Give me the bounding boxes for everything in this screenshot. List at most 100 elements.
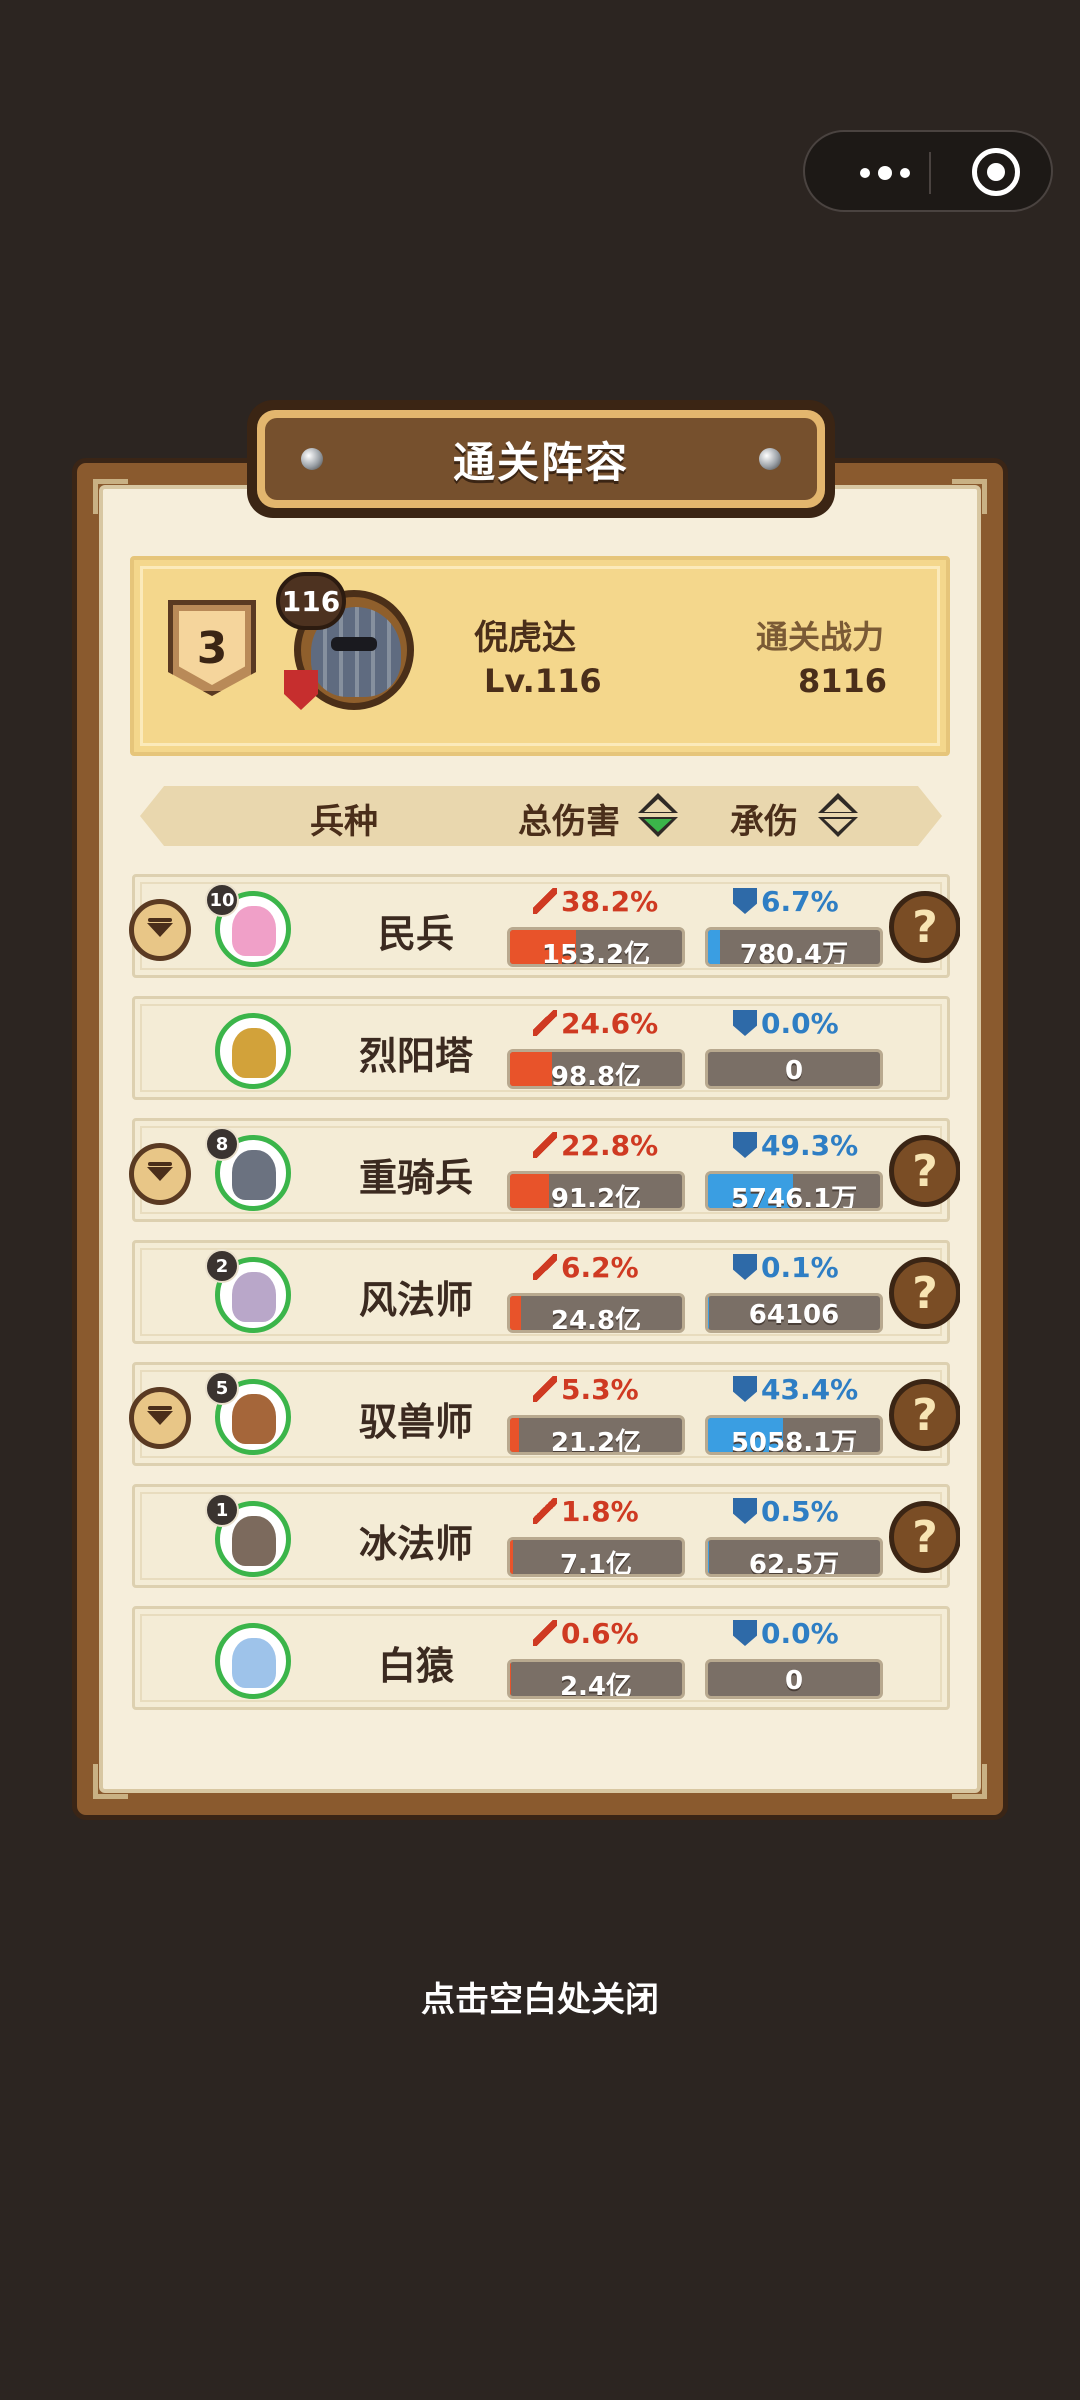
damage-value: 24.8亿 [550,1306,642,1333]
shield-icon [733,1010,757,1036]
damage-value: 153.2亿 [541,940,651,967]
taken-bar: 62.5万 [705,1537,883,1577]
damage-percent: 6.2% [533,1251,639,1284]
taken-value: 5058.1万 [730,1428,858,1455]
help-button[interactable]: ? [889,1257,960,1329]
sort-damage-icon[interactable] [638,791,678,841]
sword-icon [533,1620,557,1646]
miniprogram-capsule [803,130,1053,212]
taken-percent-text: 49.3% [761,1129,859,1162]
help-button[interactable]: ? [889,1135,960,1207]
unit-portrait-icon [232,1516,276,1566]
damage-bar: 21.2亿 [507,1415,685,1455]
taken-percent: 0.0% [733,1617,839,1650]
col-taken[interactable]: 承伤 [730,794,798,843]
damage-bar: 153.2亿 [507,927,685,967]
close-hint[interactable]: 点击空白处关闭 [0,1972,1080,2021]
damage-percent-text: 22.8% [561,1129,659,1162]
damage-percent-text: 5.3% [561,1373,639,1406]
shield-icon [733,1376,757,1402]
taken-percent: 0.0% [733,1007,839,1040]
damage-value: 21.2亿 [550,1428,642,1455]
sword-icon [533,888,557,914]
sword-icon [533,1010,557,1036]
unit-name: 重骑兵 [358,1156,473,1200]
power-label: 通关战力 [756,618,885,656]
unit-avatar[interactable] [215,1013,291,1089]
sort-taken-icon[interactable] [818,791,858,841]
visor-slit [331,637,377,651]
taken-percent-text: 0.0% [761,1007,839,1040]
taken-percent-text: 43.4% [761,1373,859,1406]
unit-row: 2 风法师 6.2% 0.1% 24.8亿 64106 ? [132,1240,960,1344]
unit-portrait-icon [232,1150,276,1200]
expand-button[interactable] [129,1387,191,1449]
damage-bar: 2.4亿 [507,1659,685,1699]
taken-percent-text: 6.7% [761,885,839,918]
rivet-icon [759,448,781,470]
unit-row: 8 重骑兵 22.8% 49.3% 91.2亿 5746.1万 ? [129,1118,960,1222]
taken-bar: 5746.1万 [705,1171,883,1211]
damage-percent-text: 24.6% [561,1007,659,1040]
taken-value: 64106 [748,1300,840,1330]
leader-name: 倪虎达 [474,618,576,658]
help-button[interactable]: ? [889,891,960,963]
unit-portrait-icon [232,1394,276,1444]
unit-row: 烈阳塔 24.6% 0.0% 98.8亿 0 [132,996,950,1100]
help-button[interactable]: ? [889,1501,960,1573]
taken-percent: 0.1% [733,1251,839,1284]
shield-icon [733,1620,757,1646]
taken-percent: 6.7% [733,885,839,918]
power-value: 8116 [798,662,888,700]
damage-bar: 98.8亿 [507,1049,685,1089]
shield-icon [733,1254,757,1280]
corner-ornament [952,1764,987,1799]
unit-avatar[interactable] [215,1623,291,1699]
shield-icon [733,1498,757,1524]
taken-value: 0 [784,1666,804,1696]
damage-value: 91.2亿 [550,1184,642,1211]
col-damage[interactable]: 总伤害 [518,794,620,843]
leader-level: Lv.116 [484,662,602,700]
expand-button[interactable] [129,1143,191,1205]
unit-name: 冰法师 [358,1522,473,1566]
damage-percent-text: 38.2% [561,885,659,918]
damage-percent: 38.2% [533,885,658,918]
unit-name: 烈阳塔 [358,1034,473,1078]
sword-icon [533,1254,557,1280]
taken-percent: 49.3% [733,1129,858,1162]
sword-icon [533,1376,557,1402]
corner-ornament [952,479,987,514]
taken-percent-text: 0.0% [761,1617,839,1650]
expand-button[interactable] [129,899,191,961]
corner-ornament [93,1764,128,1799]
panel-title: 通关阵容 [265,418,817,500]
col-unit: 兵种 [310,802,378,842]
rivet-icon [301,448,323,470]
more-dots-icon[interactable] [845,158,925,188]
taken-value: 780.4万 [739,940,849,967]
damage-bar: 24.8亿 [507,1293,685,1333]
unit-name: 白猿 [377,1644,454,1688]
taken-bar: 0 [705,1049,883,1089]
unit-count-badge: 5 [205,1371,239,1405]
unit-portrait-icon [232,1272,276,1322]
unit-count-badge: 10 [205,883,239,917]
taken-value: 5746.1万 [730,1184,858,1211]
title-plate: 通关阵容 [247,400,835,518]
column-header: 兵种 总伤害 承伤 [140,786,942,846]
taken-percent: 43.4% [733,1373,858,1406]
unit-count-badge: 1 [205,1493,239,1527]
taken-bar: 0 [705,1659,883,1699]
unit-list[interactable]: 10 民兵 38.2% 6.7% 153.2亿 780.4万 ? 烈阳塔 24.… [124,860,960,1742]
taken-bar: 780.4万 [705,927,883,967]
damage-percent-text: 0.6% [561,1617,639,1650]
damage-value: 7.1亿 [559,1550,633,1577]
help-button[interactable]: ? [889,1379,960,1451]
damage-bar: 7.1亿 [507,1537,685,1577]
target-icon[interactable] [972,148,1020,196]
unit-portrait-icon [232,906,276,956]
unit-row: 5 驭兽师 5.3% 43.4% 21.2亿 5058.1万 ? [129,1362,960,1466]
taken-value: 62.5万 [748,1550,840,1577]
damage-percent-text: 6.2% [561,1251,639,1284]
